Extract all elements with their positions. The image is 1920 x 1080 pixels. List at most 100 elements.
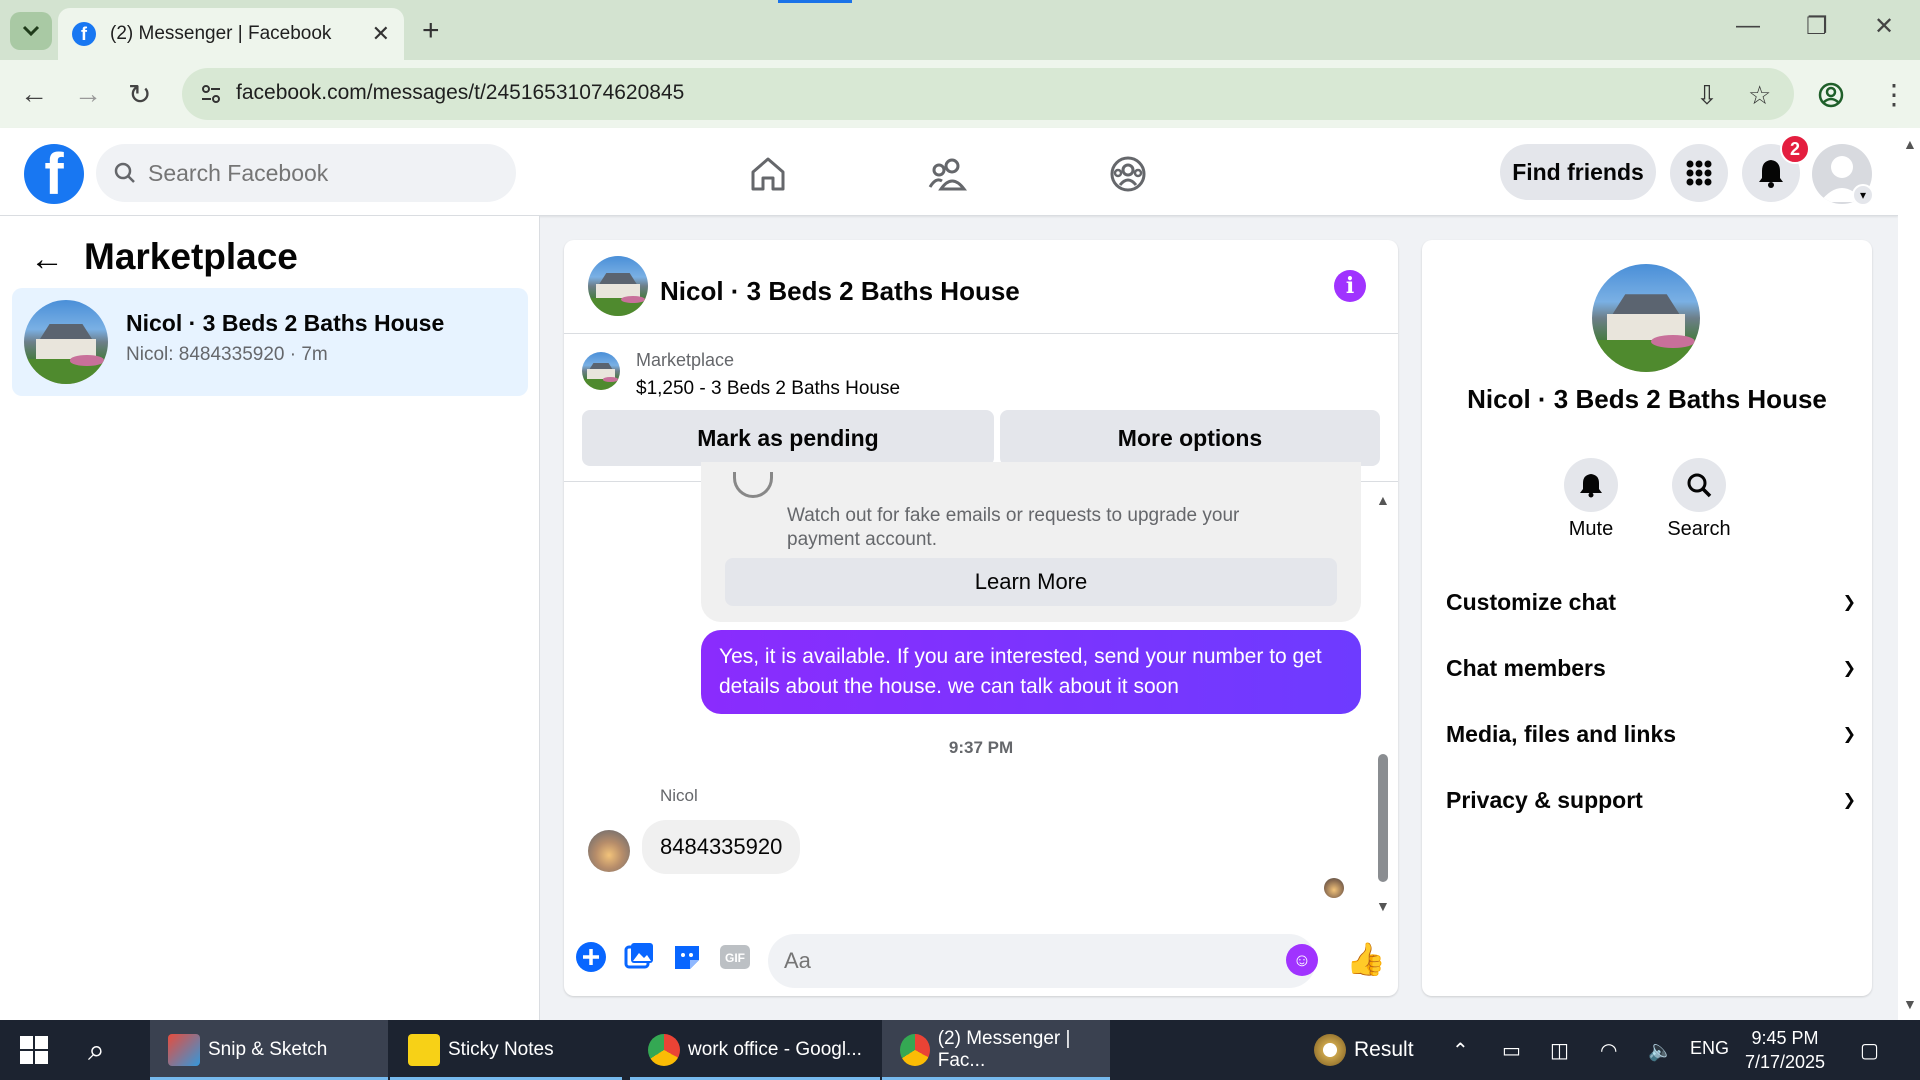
plus-circle-icon[interactable] — [574, 940, 608, 974]
chrome-icon — [900, 1034, 930, 1066]
mute-button[interactable] — [1564, 458, 1618, 512]
thumbs-up-icon[interactable]: 👍 — [1346, 940, 1386, 978]
message-composer: GIF ☺ 👍 — [564, 920, 1398, 996]
taskbar-result-widget[interactable]: Result — [1296, 1020, 1436, 1080]
scroll-down-arrow-icon[interactable]: ▼ — [1376, 898, 1390, 914]
listing-banner: Marketplace $1,250 - 3 Beds 2 Baths Hous… — [564, 334, 1398, 482]
taskbar-chrome-work[interactable]: work office - Googl... — [630, 1020, 880, 1080]
search-conversation-button[interactable] — [1672, 458, 1726, 512]
close-tab-icon[interactable]: ✕ — [372, 21, 390, 47]
privacy-support-section[interactable]: Privacy & support ❯ — [1446, 780, 1856, 820]
photo-icon[interactable] — [622, 940, 656, 974]
volume-icon[interactable]: 🔈 — [1648, 1038, 1673, 1063]
facebook-logo-icon[interactable]: f — [24, 144, 84, 204]
listing-thumbnail[interactable] — [582, 352, 620, 390]
message-input[interactable] — [768, 934, 1316, 988]
find-friends-button[interactable]: Find friends — [1500, 144, 1656, 200]
battery-icon[interactable]: ▭ — [1502, 1038, 1521, 1063]
marketplace-sidebar: ← Marketplace Nicol · 3 Beds 2 Baths Hou… — [0, 216, 540, 1020]
taskbar-search-icon[interactable]: ⌕ — [88, 1034, 105, 1068]
page-title: Marketplace — [84, 236, 298, 277]
close-window-icon[interactable]: ✕ — [1874, 12, 1894, 41]
bookmark-star-icon[interactable]: ☆ — [1748, 80, 1771, 111]
message-timestamp: 9:37 PM — [948, 738, 1014, 757]
home-icon — [751, 157, 785, 191]
scroll-up-arrow-icon[interactable]: ▲ — [1376, 492, 1390, 508]
menu-button[interactable] — [1670, 144, 1728, 202]
address-bar[interactable]: facebook.com/messages/t/2451653107462084… — [182, 68, 1794, 120]
notification-center-icon[interactable]: ▢ — [1860, 1038, 1879, 1063]
outgoing-message-bubble[interactable]: Yes, it is available. If you are interes… — [701, 630, 1361, 714]
listing-source: Marketplace — [636, 350, 735, 370]
windows-start-icon[interactable] — [20, 1036, 48, 1064]
site-info-icon[interactable] — [198, 81, 224, 107]
taskbar-item-label: work office - Googl... — [688, 1039, 862, 1060]
clock-time: 9:45 PM — [1751, 1028, 1819, 1048]
profile-avatar-large[interactable] — [1592, 264, 1700, 372]
customize-chat-section[interactable]: Customize chat ❯ — [1446, 582, 1856, 622]
media-files-links-section[interactable]: Media, files and links ❯ — [1446, 714, 1856, 754]
profile-icon[interactable] — [1818, 82, 1844, 108]
grid-menu-icon — [1686, 160, 1712, 186]
friends-nav[interactable] — [918, 150, 978, 198]
gif-icon[interactable]: GIF — [718, 940, 752, 974]
emoji-icon[interactable]: ☺ — [1286, 944, 1318, 976]
reload-icon[interactable]: ↻ — [128, 78, 151, 111]
windows-taskbar: ⌕ Snip & Sketch Sticky Notes work office… — [0, 1020, 1920, 1080]
conversation-list-item[interactable]: Nicol · 3 Beds 2 Baths House Nicol: 8484… — [12, 288, 528, 396]
browser-tab-messenger[interactable]: f (2) Messenger | Facebook ✕ — [58, 8, 404, 60]
soccer-ball-icon — [1314, 1034, 1346, 1066]
facebook-favicon-icon: f — [72, 22, 96, 46]
chat-avatar[interactable] — [588, 256, 648, 316]
back-arrow-icon[interactable]: ← — [20, 78, 48, 110]
conversation-preview: Nicol: 8484335920 · 7m — [126, 344, 328, 365]
scroll-up-arrow-icon[interactable]: ▲ — [1903, 136, 1917, 152]
svg-text:GIF: GIF — [725, 951, 745, 965]
more-options-button[interactable]: More options — [1000, 410, 1380, 466]
section-label: Chat members — [1446, 654, 1606, 681]
wifi-icon[interactable]: ◠ — [1600, 1038, 1617, 1063]
warning-text: Watch out for fake emails or requests to… — [787, 505, 1240, 550]
conversation-name: Nicol · 3 Beds 2 Baths House — [126, 310, 445, 336]
account-chevron-icon[interactable]: ▾ — [1852, 184, 1874, 206]
learn-more-button[interactable]: Learn More — [725, 558, 1337, 606]
restore-window-icon[interactable]: ❐ — [1806, 12, 1828, 41]
chat-members-section[interactable]: Chat members ❯ — [1446, 648, 1856, 688]
facebook-search-box[interactable] — [96, 144, 516, 202]
listing-price-title[interactable]: $1,250 - 3 Beds 2 Baths House — [636, 378, 900, 400]
sticker-icon[interactable] — [670, 940, 704, 974]
meet-now-icon[interactable]: ◫ — [1550, 1038, 1569, 1063]
search-input[interactable] — [148, 159, 488, 187]
scroll-down-arrow-icon[interactable]: ▼ — [1903, 996, 1917, 1012]
mark-as-pending-button[interactable]: Mark as pending — [582, 410, 994, 466]
home-nav[interactable] — [738, 150, 798, 198]
input-language[interactable]: ENG — [1690, 1038, 1729, 1059]
conversation-info-panel: Nicol · 3 Beds 2 Baths House Mute Search… — [1422, 240, 1872, 996]
back-arrow-icon[interactable]: ← — [30, 240, 64, 279]
taskbar-clock[interactable]: 9:45 PM 7/17/2025 — [1730, 1026, 1840, 1074]
minimize-window-icon[interactable]: — — [1736, 12, 1760, 40]
taskbar-snip-sketch[interactable]: Snip & Sketch — [150, 1020, 388, 1080]
listing-avatar — [24, 300, 108, 384]
taskbar-chrome-messenger[interactable]: (2) Messenger | Fac... — [882, 1020, 1110, 1080]
install-app-icon[interactable]: ⇩ — [1696, 80, 1718, 111]
section-label: Customize chat — [1446, 588, 1616, 615]
forward-arrow-icon[interactable]: → — [74, 78, 102, 110]
taskbar-item-label: (2) Messenger | Fac... — [937, 1028, 1071, 1071]
chevron-down-icon: ❯ — [1842, 594, 1856, 611]
section-label: Media, files and links — [1446, 720, 1677, 747]
sender-avatar[interactable] — [588, 830, 630, 872]
new-tab-plus-icon[interactable]: + — [422, 14, 440, 48]
info-icon[interactable]: i — [1334, 270, 1366, 302]
incoming-message-bubble[interactable]: 8484335920 — [642, 820, 801, 874]
groups-nav[interactable] — [1098, 150, 1158, 198]
tray-overflow-chevron-icon[interactable]: ⌃ — [1452, 1038, 1469, 1063]
chat-scrollbar-thumb[interactable] — [1378, 754, 1388, 882]
page-scrollbar[interactable]: ▲ ▼ — [1898, 128, 1920, 1020]
sender-name: Nicol — [660, 786, 698, 805]
chat-title[interactable]: Nicol · 3 Beds 2 Baths House — [660, 276, 1020, 307]
facebook-header: f Find friends ▾ — [0, 128, 1898, 216]
tab-search-button[interactable] — [10, 12, 52, 50]
taskbar-sticky-notes[interactable]: Sticky Notes — [390, 1020, 622, 1080]
kebab-menu-icon[interactable]: ⋮ — [1880, 78, 1908, 111]
